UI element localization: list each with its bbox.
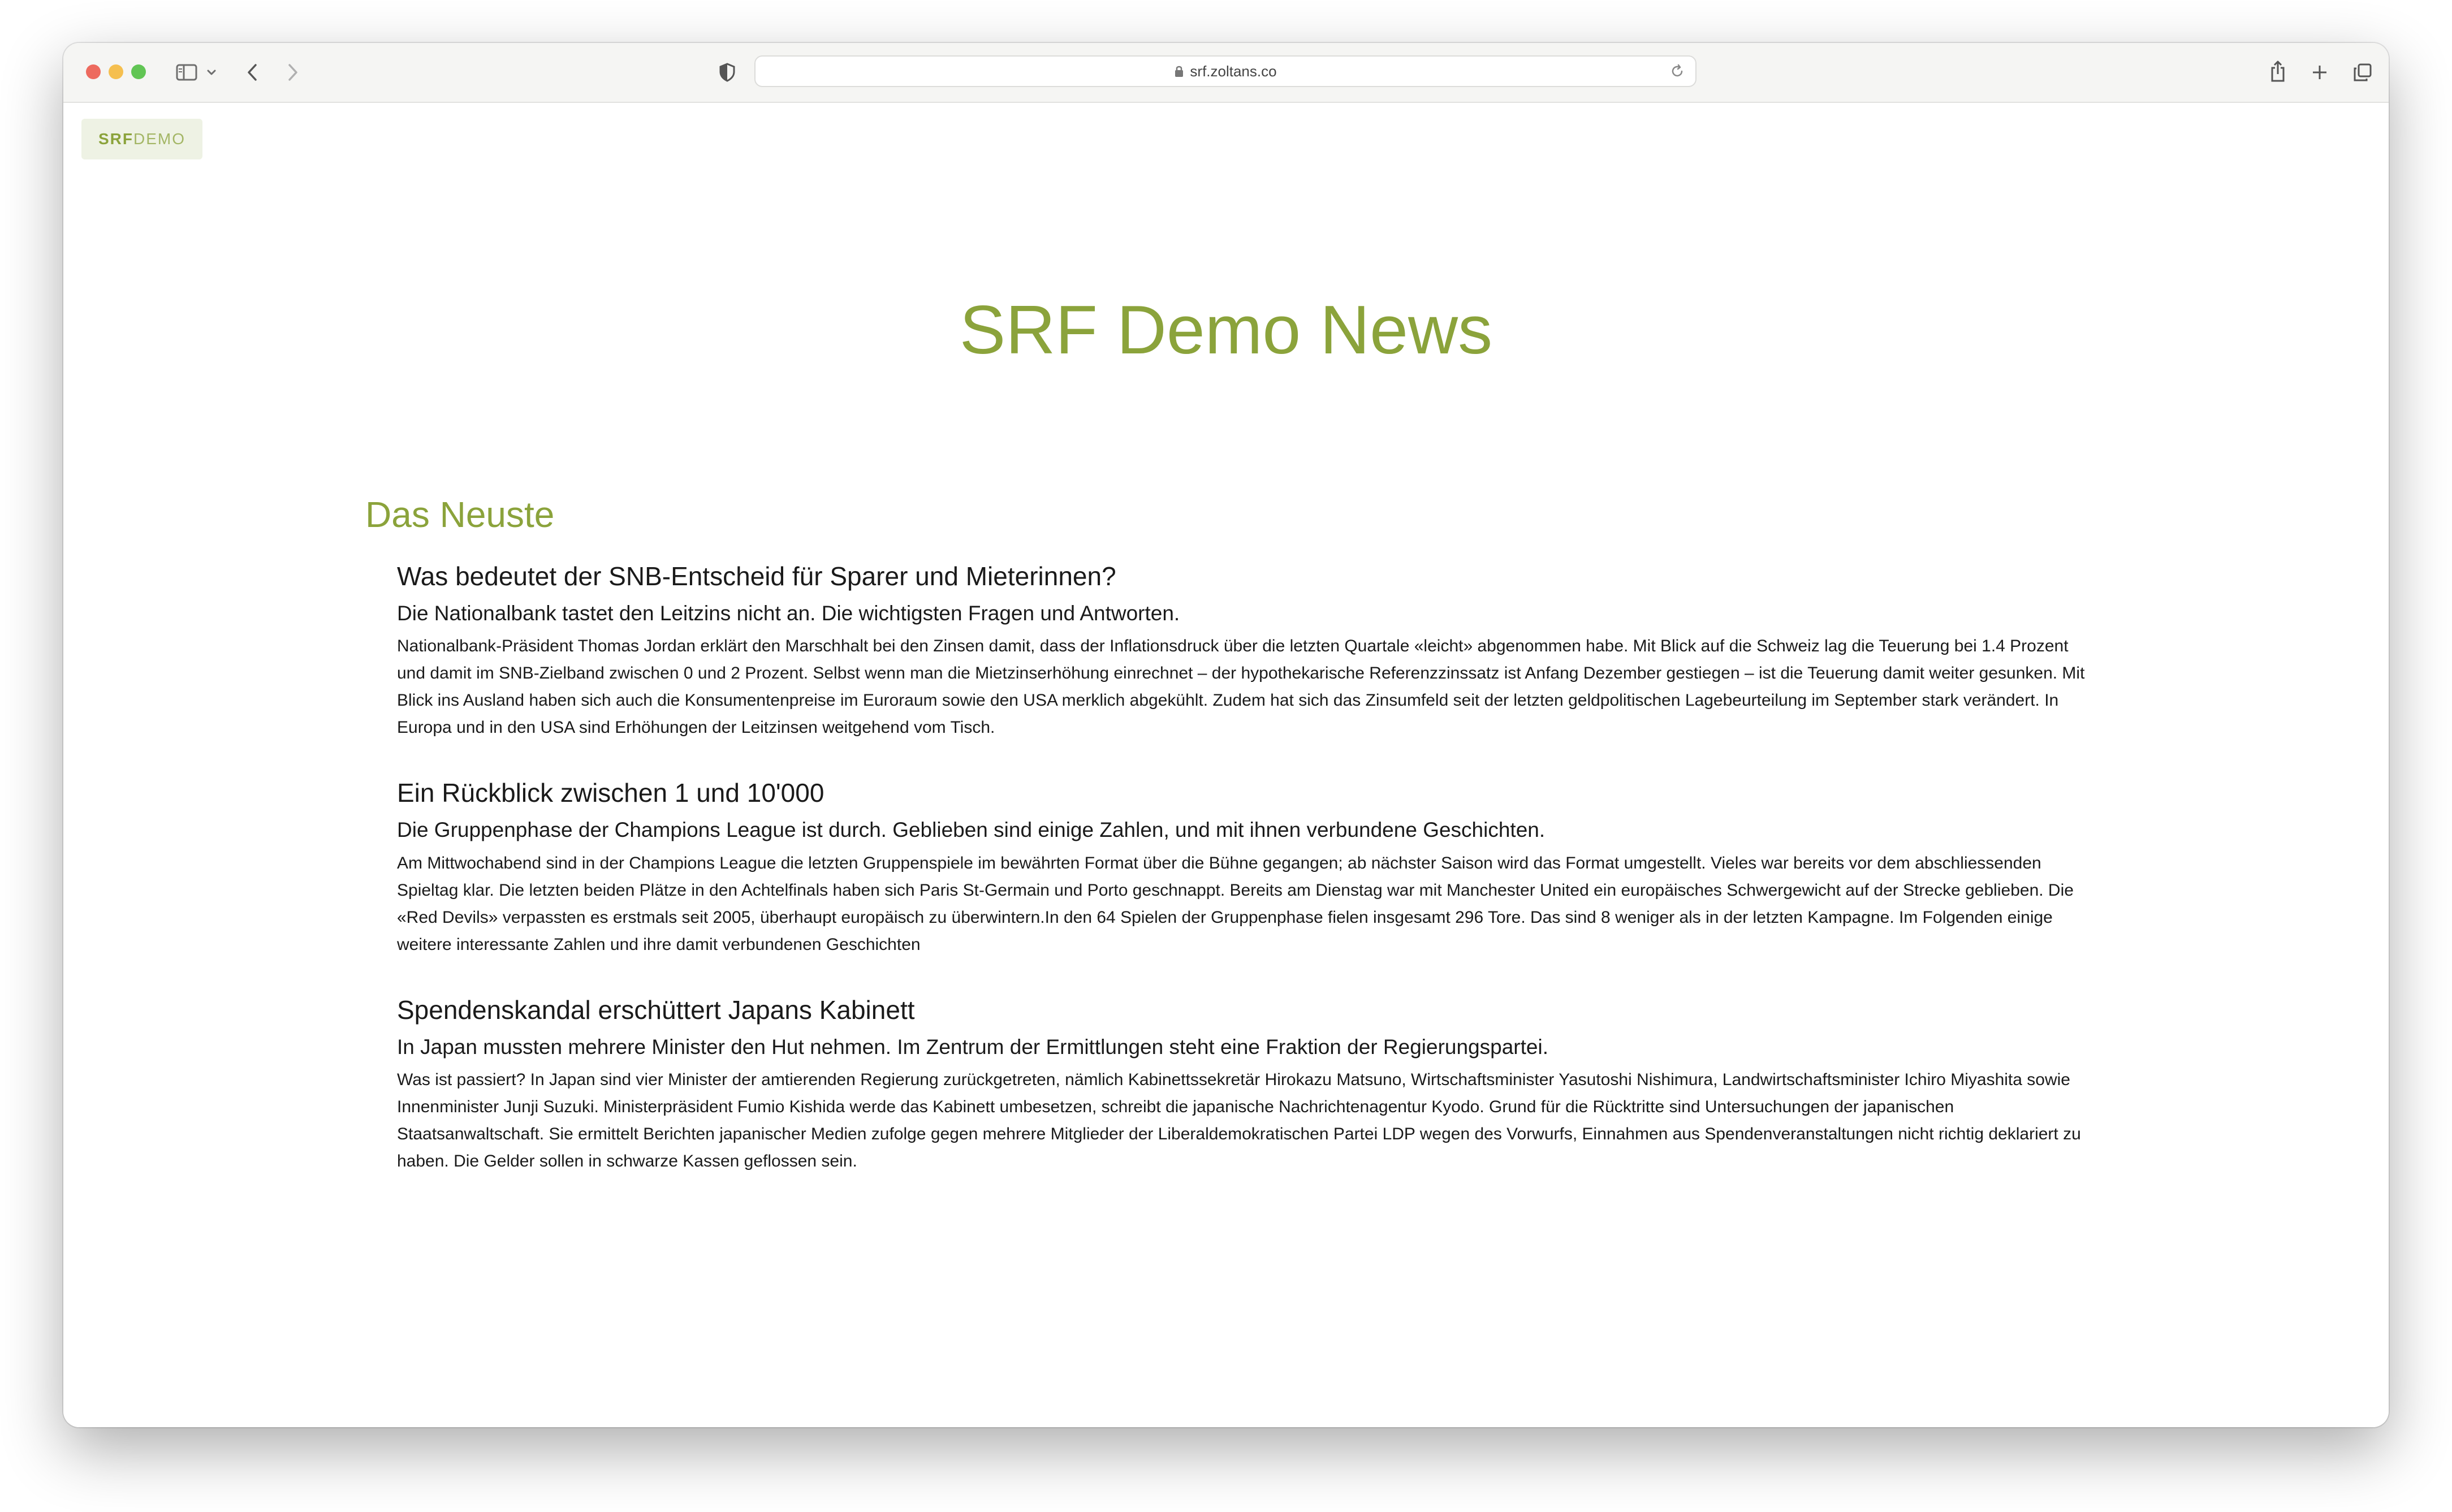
article-item: Ein Rückblick zwischen 1 und 10'000 Die …	[397, 777, 2088, 958]
article-title[interactable]: Spendenskandal erschüttert Japans Kabine…	[397, 995, 2088, 1026]
article-item: Spendenskandal erschüttert Japans Kabine…	[397, 995, 2088, 1175]
chevron-down-icon[interactable]	[205, 63, 218, 81]
article-body: Was ist passiert? In Japan sind vier Min…	[397, 1070, 2081, 1170]
article-title[interactable]: Was bedeutet der SNB-Entscheid für Spare…	[397, 561, 2088, 592]
article-body: Nationalbank-Präsident Thomas Jordan erk…	[397, 637, 2085, 737]
minimize-window-button[interactable]	[109, 64, 123, 79]
reload-icon[interactable]	[1669, 63, 1685, 79]
logo-srf-text: SRF	[98, 130, 133, 148]
sidebar-icon[interactable]	[174, 61, 199, 84]
logo-demo-text: DEMO	[133, 130, 185, 148]
forward-arrow-icon[interactable]	[283, 60, 303, 85]
browser-toolbar: srf.zoltans.co	[63, 43, 2389, 103]
share-icon[interactable]	[2267, 58, 2289, 85]
article-lead: Die Nationalbank tastet den Leitzins nic…	[397, 602, 1180, 625]
url-text: srf.zoltans.co	[1190, 62, 1277, 80]
srf-demo-logo[interactable]: SRF DEMO	[81, 119, 202, 159]
article-title[interactable]: Ein Rückblick zwischen 1 und 10'000	[397, 777, 2088, 809]
zoom-window-button[interactable]	[131, 64, 146, 79]
page-content: SRF DEMO SRF Demo News Das Neuste Was bed…	[63, 103, 2389, 1427]
tabs-overview-icon[interactable]	[2351, 61, 2374, 84]
close-window-button[interactable]	[86, 64, 101, 79]
article-lead: Die Gruppenphase der Champions League is…	[397, 818, 1546, 842]
browser-window: srf.zoltans.co SRF DEMO SRF Demo News Das…	[63, 43, 2389, 1427]
article-list: Was bedeutet der SNB-Entscheid für Spare…	[397, 561, 2088, 1211]
article-item: Was bedeutet der SNB-Entscheid für Spare…	[397, 561, 2088, 741]
back-arrow-icon[interactable]	[242, 60, 262, 85]
lock-icon	[1174, 64, 1184, 78]
site-title: SRF Demo News	[959, 291, 1493, 368]
article-lead: In Japan mussten mehrere Minister den Hu…	[397, 1035, 1548, 1059]
plus-icon[interactable]	[2308, 61, 2331, 84]
address-bar[interactable]: srf.zoltans.co	[754, 55, 1696, 87]
shield-icon[interactable]	[716, 61, 739, 84]
article-body: Am Mittwochabend sind in der Champions L…	[397, 853, 2074, 954]
section-title: Das Neuste	[365, 494, 555, 535]
